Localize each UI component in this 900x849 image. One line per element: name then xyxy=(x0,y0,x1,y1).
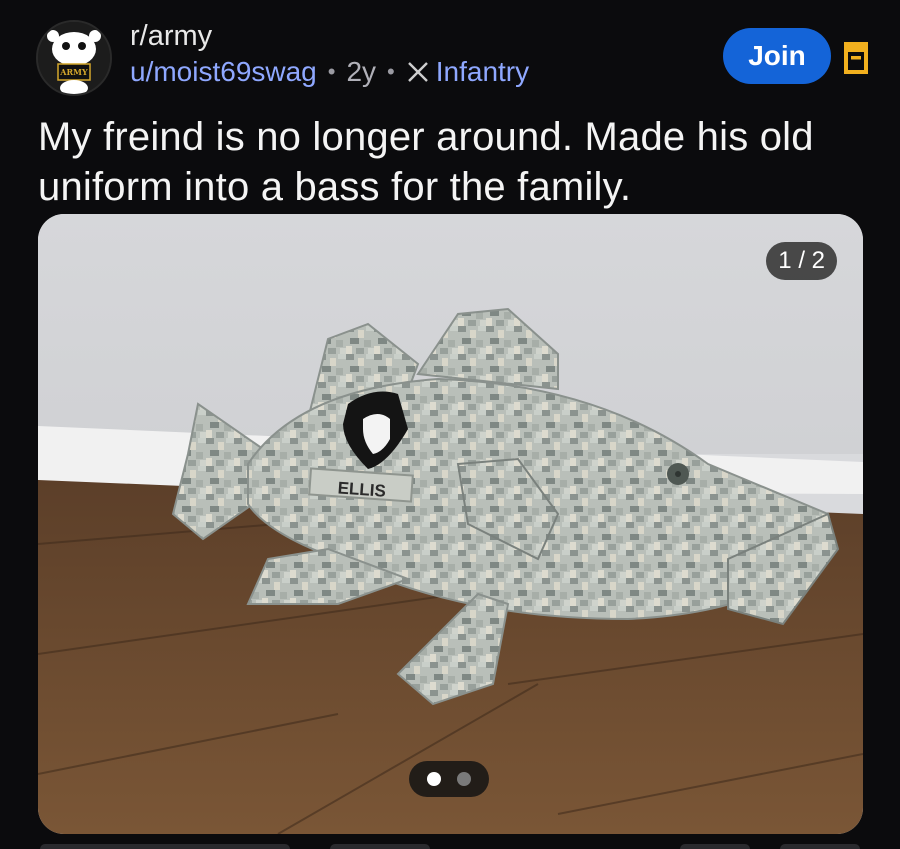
snoo-army-icon: ARMY xyxy=(38,22,110,94)
separator-dot: • xyxy=(387,59,395,84)
post-image-carousel[interactable]: ELLIS 1 / 2 xyxy=(38,214,863,834)
flair-label: Infantry xyxy=(435,56,530,87)
subreddit-name[interactable]: r/army xyxy=(130,20,212,53)
post-title[interactable]: My freind is no longer around. Made his … xyxy=(38,112,868,212)
action-bar-edge xyxy=(40,844,860,849)
post-meta: u/moist69swag • 2y • Infantry xyxy=(130,56,529,88)
user-flair: Infantry xyxy=(406,56,529,88)
archive-icon[interactable] xyxy=(842,40,870,74)
post-photo: ELLIS xyxy=(38,214,863,834)
subreddit-avatar[interactable]: ARMY xyxy=(36,20,112,96)
author-link[interactable]: u/moist69swag xyxy=(130,56,317,88)
pager-dot[interactable] xyxy=(457,772,471,786)
svg-text:ELLIS: ELLIS xyxy=(337,478,386,500)
crossed-rifles-icon xyxy=(407,62,428,82)
svg-text:ARMY: ARMY xyxy=(59,67,88,77)
post-age: 2y xyxy=(346,56,377,87)
join-button[interactable]: Join xyxy=(723,28,831,84)
pager-dot-active[interactable] xyxy=(427,772,441,786)
separator-dot: • xyxy=(327,59,336,84)
image-counter: 1 / 2 xyxy=(766,242,837,280)
carousel-pager[interactable] xyxy=(409,761,489,797)
post-header: ARMY r/army u/moist69swag • 2y • Infantr… xyxy=(0,0,900,110)
